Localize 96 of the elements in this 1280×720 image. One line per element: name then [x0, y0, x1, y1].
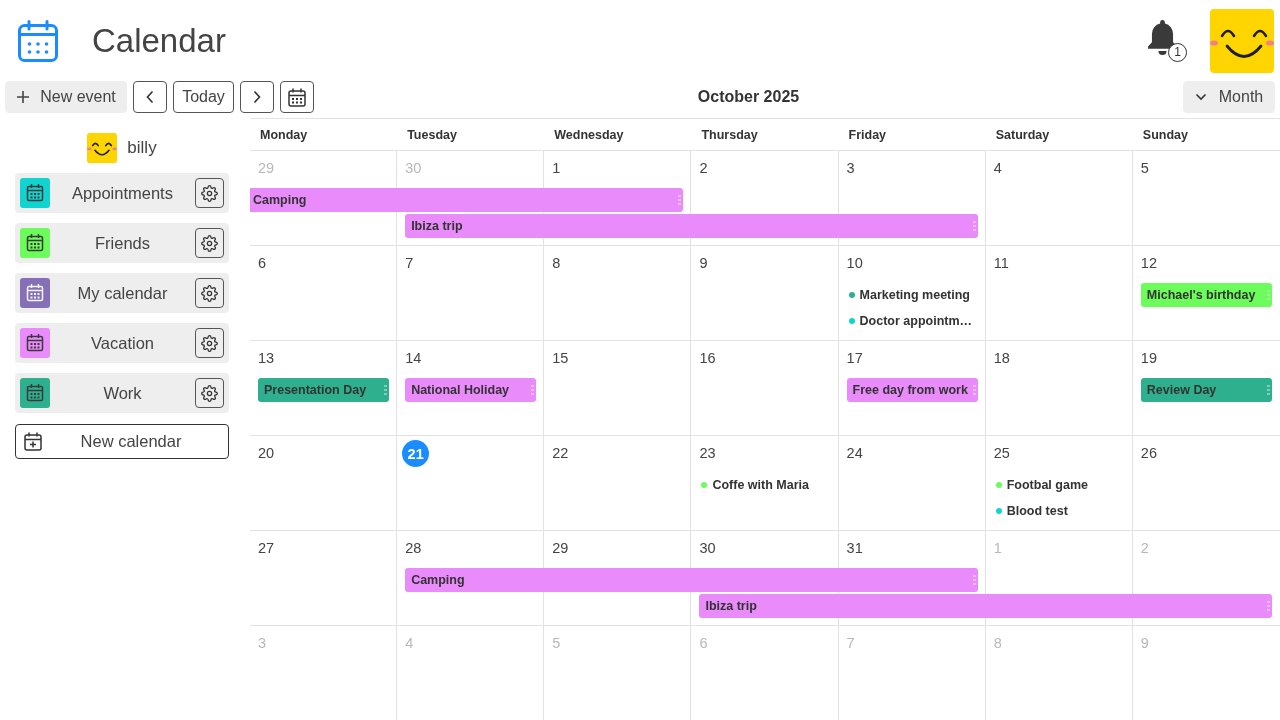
day-number[interactable]: 17: [846, 350, 863, 366]
chevron-right-icon: [253, 90, 261, 104]
day-number[interactable]: 19: [1140, 350, 1157, 366]
event-bar[interactable]: Michael's birthday: [1140, 283, 1272, 307]
day-number[interactable]: 13: [258, 350, 275, 366]
calendar-item[interactable]: Friends: [15, 223, 229, 263]
settings-button[interactable]: [195, 228, 224, 258]
event-bar[interactable]: Camping: [405, 568, 978, 592]
user-name: billy: [127, 138, 157, 158]
next-button[interactable]: [240, 81, 274, 113]
grip-icon[interactable]: [972, 385, 976, 395]
day-number[interactable]: 5: [1140, 160, 1149, 176]
day-number[interactable]: 6: [258, 255, 267, 271]
grip-icon[interactable]: [384, 385, 388, 395]
grip-icon[interactable]: [531, 385, 535, 395]
day-number[interactable]: 16: [699, 350, 716, 366]
view-dropdown[interactable]: Month: [1183, 81, 1275, 113]
calendar-item[interactable]: Work: [15, 373, 229, 413]
grip-icon[interactable]: [972, 575, 976, 585]
day-number[interactable]: 23: [699, 445, 716, 461]
notification-badge: 1: [1168, 42, 1187, 62]
day-number[interactable]: 27: [258, 540, 275, 556]
day-number[interactable]: 10: [846, 255, 863, 271]
chevron-left-icon: [146, 90, 154, 104]
event-bar[interactable]: Review Day: [1140, 378, 1272, 402]
settings-icon: [201, 234, 218, 252]
weekday-label: Monday: [259, 127, 308, 142]
calendar-item[interactable]: Vacation: [15, 323, 229, 363]
new-calendar-button[interactable]: New calendar: [15, 424, 229, 459]
date-picker-button[interactable]: [280, 81, 314, 113]
weekday-label: Tuesday: [406, 127, 457, 142]
day-number[interactable]: 31: [846, 540, 863, 556]
calendar-item[interactable]: My calendar: [15, 273, 229, 313]
grip-icon[interactable]: [972, 221, 976, 231]
calendar-icon: [288, 87, 306, 107]
day-number[interactable]: 11: [993, 255, 1009, 271]
weekday-label: Saturday: [994, 127, 1050, 142]
day-number[interactable]: 7: [405, 255, 414, 271]
day-number[interactable]: 8: [552, 255, 561, 271]
day-number[interactable]: 20: [258, 445, 275, 461]
day-number[interactable]: 26: [1140, 445, 1157, 461]
event-title[interactable]: Footbal game: [1006, 478, 1088, 492]
weekday-label: Friday: [847, 127, 887, 142]
day-number[interactable]: 15: [552, 350, 569, 366]
day-number[interactable]: 30: [699, 540, 716, 556]
day-number[interactable]: 12: [1140, 255, 1157, 271]
weekday-label: Wednesday: [553, 127, 624, 142]
smiley-avatar[interactable]: [1210, 8, 1274, 73]
settings-icon: [201, 384, 218, 402]
day-number[interactable]: 22: [552, 445, 569, 461]
settings-button[interactable]: [195, 178, 224, 208]
app-title: Calendar: [92, 21, 226, 60]
smiley-avatar: [87, 133, 118, 163]
calendar-item[interactable]: Appointments: [15, 173, 229, 213]
event-title[interactable]: Blood test: [1006, 504, 1068, 518]
grip-icon[interactable]: [1267, 290, 1270, 300]
calendar-icon: [18, 19, 58, 62]
bell-icon[interactable]: [1148, 19, 1177, 55]
event-bar[interactable]: Camping: [250, 188, 684, 212]
event-title[interactable]: Coffe with Maria: [712, 478, 809, 492]
previous-button[interactable]: [133, 81, 167, 113]
day-number[interactable]: 4: [993, 160, 1002, 176]
event-bar[interactable]: National Holiday: [405, 378, 537, 402]
settings-button[interactable]: [195, 328, 224, 358]
grip-icon[interactable]: [1267, 601, 1270, 611]
today-button[interactable]: Today: [173, 81, 234, 113]
event-bar[interactable]: Presentation Day: [258, 378, 390, 402]
grip-icon[interactable]: [1267, 385, 1270, 395]
day-number[interactable]: 1: [552, 160, 561, 176]
day-number[interactable]: 24: [846, 445, 863, 461]
day-number[interactable]: 9: [699, 255, 708, 271]
settings-icon: [201, 334, 218, 352]
day-number[interactable]: 28: [405, 540, 422, 556]
day-number[interactable]: 25: [993, 445, 1010, 461]
settings-icon: [201, 184, 218, 202]
event-bar[interactable]: Ibiza trip: [699, 594, 1272, 618]
day-number[interactable]: 2: [699, 160, 708, 176]
weekday-label: Sunday: [1141, 127, 1188, 142]
event-title[interactable]: Marketing meeting: [859, 288, 970, 302]
day-number[interactable]: 3: [846, 160, 855, 176]
grip-icon[interactable]: [678, 195, 682, 205]
event-title[interactable]: Doctor appointm…: [859, 314, 973, 328]
calendar-plus-icon: [24, 432, 42, 451]
day-number[interactable]: 18: [993, 350, 1010, 366]
plus-icon: [16, 90, 31, 104]
month-title: October 2025: [696, 88, 801, 106]
new-event-button[interactable]: New event: [5, 81, 127, 113]
settings-button[interactable]: [195, 378, 224, 408]
event-bar[interactable]: Ibiza trip: [405, 214, 978, 238]
event-bar[interactable]: Free day from work: [846, 378, 978, 402]
settings-icon: [201, 284, 218, 302]
weekday-label: Thursday: [700, 127, 758, 142]
settings-button[interactable]: [195, 278, 224, 308]
day-number[interactable]: 29: [552, 540, 569, 556]
day-number[interactable]: 14: [405, 350, 422, 366]
chevron-down-icon: [1194, 93, 1207, 101]
